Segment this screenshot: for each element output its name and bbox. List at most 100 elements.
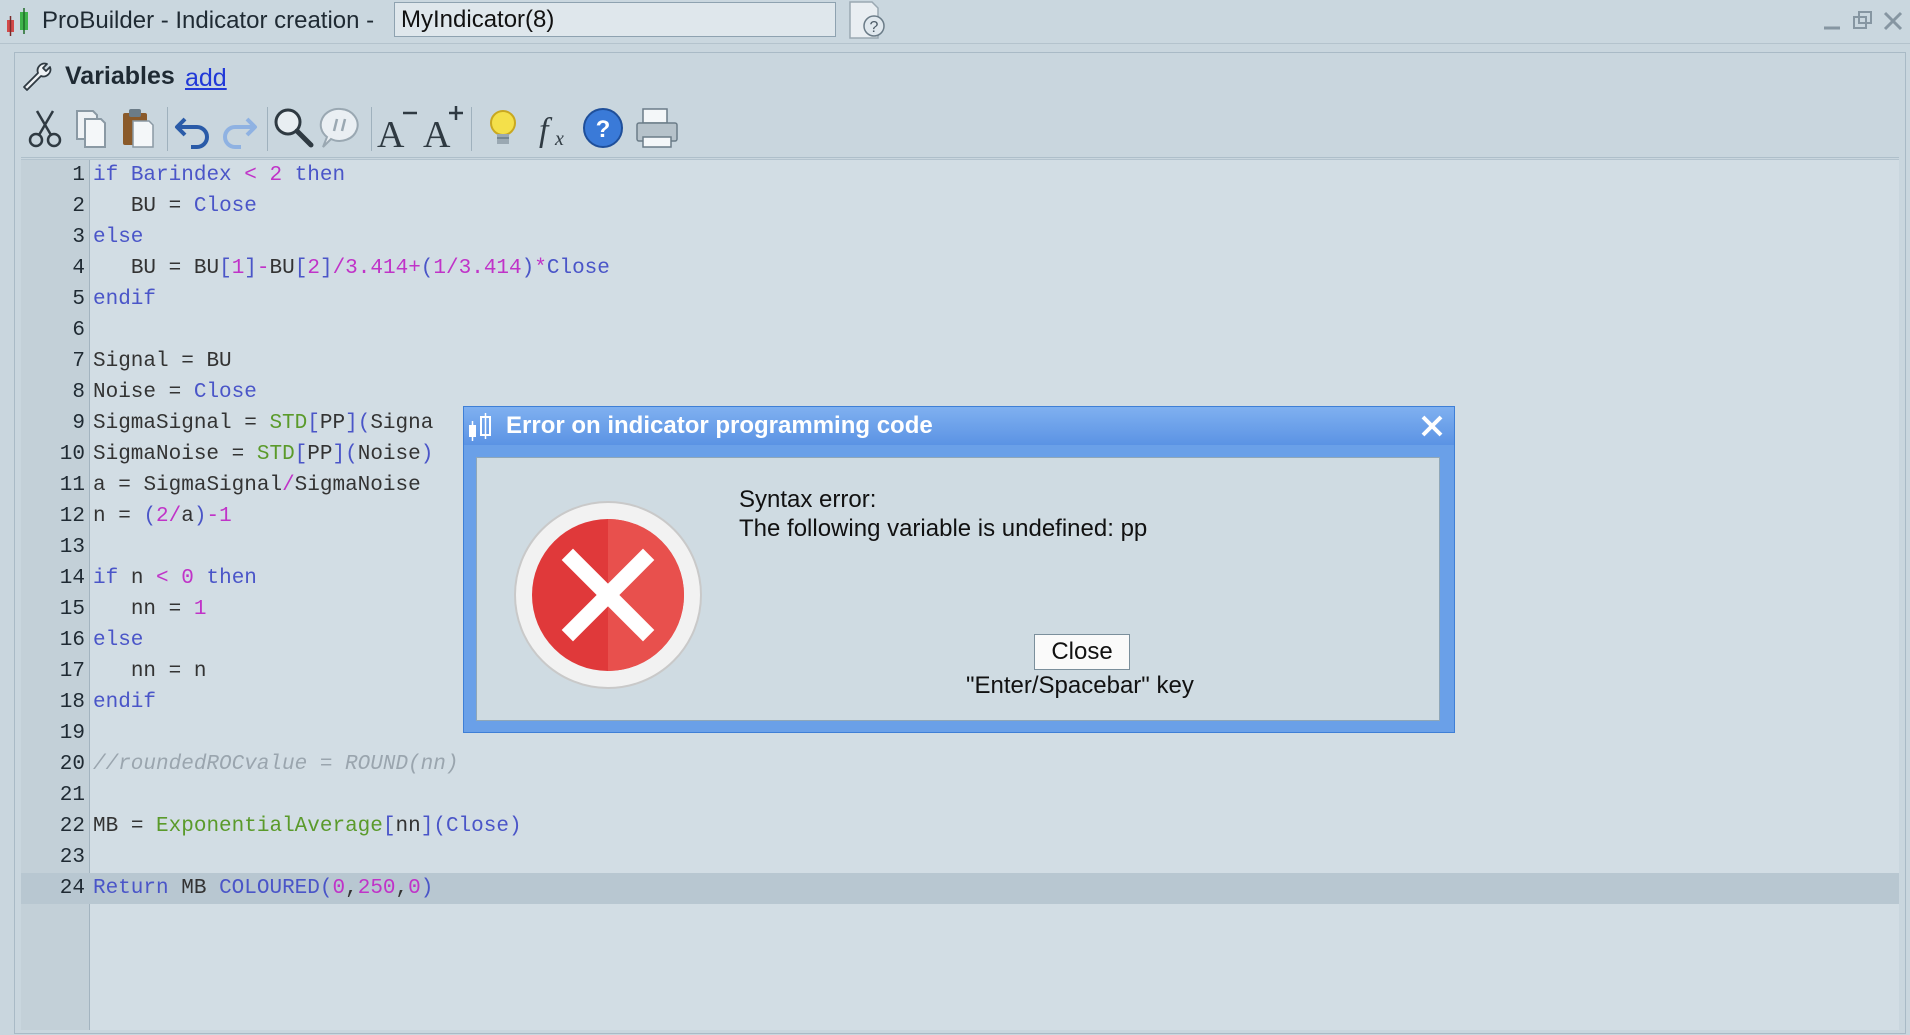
line-number: 20	[59, 753, 85, 776]
line-number: 21	[59, 784, 85, 807]
code-text[interactable]: endif	[93, 284, 156, 315]
minimize-icon[interactable]	[1820, 8, 1846, 34]
code-line[interactable]: 8 Noise = Close	[21, 377, 1899, 408]
probuilder-app-icon	[7, 8, 28, 36]
undo-icon[interactable]	[171, 105, 215, 151]
code-text[interactable]: if Barindex < 2 then	[93, 160, 345, 191]
svg-text:A: A	[423, 114, 451, 151]
toolbar-separator	[371, 107, 372, 151]
line-number: 23	[59, 846, 85, 869]
keyboard-hint: "Enter/Spacebar" key	[966, 672, 1194, 699]
function-icon[interactable]: fx	[533, 105, 577, 151]
code-text[interactable]: endif	[93, 687, 156, 718]
code-text[interactable]: Noise = Close	[93, 377, 257, 408]
line-number: 4	[72, 257, 85, 280]
code-line[interactable]: 21	[21, 780, 1899, 811]
code-text[interactable]: if n < 0 then	[93, 563, 257, 594]
variables-title: Variables	[65, 62, 175, 90]
copy-icon[interactable]	[69, 105, 113, 151]
error-message-detail: The following variable is undefined: pp	[739, 515, 1148, 542]
probuilder-app-icon	[469, 413, 491, 441]
add-variable-link[interactable]: add	[185, 64, 227, 93]
code-text[interactable]: a = SigmaSignal/SigmaNoise	[93, 470, 421, 501]
help-icon[interactable]: ?	[581, 105, 625, 151]
paste-icon[interactable]	[115, 105, 159, 151]
title-bar: ProBuilder - Indicator creation - ?	[0, 0, 1910, 44]
line-number: 22	[59, 815, 85, 838]
svg-text:?: ?	[870, 19, 879, 36]
code-line[interactable]: 4 BU = BU[1]-BU[2]/3.414+(1/3.414)*Close	[21, 253, 1899, 284]
svg-text:A: A	[377, 114, 405, 151]
line-number: 6	[72, 319, 85, 342]
error-message-heading: Syntax error:	[739, 486, 877, 513]
code-line[interactable]: 5 endif	[21, 284, 1899, 315]
line-number: 15	[59, 598, 85, 621]
line-number: 2	[72, 195, 85, 218]
line-number: 1	[72, 164, 85, 187]
dialog-title-bar: Error on indicator programming code	[464, 407, 1454, 445]
code-text[interactable]: nn = n	[93, 656, 207, 687]
code-line[interactable]: 1 if Barindex < 2 then	[21, 160, 1899, 191]
decrease-font-icon[interactable]: A	[375, 105, 419, 156]
redo-icon[interactable]	[217, 105, 261, 151]
line-number: 3	[72, 226, 85, 249]
code-line[interactable]: 3 else	[21, 222, 1899, 253]
increase-font-icon[interactable]: A	[421, 105, 465, 156]
print-icon[interactable]	[635, 105, 679, 151]
code-text[interactable]: Return MB COLOURED(0,250,0)	[93, 873, 433, 904]
code-line[interactable]: 23	[21, 842, 1899, 873]
indicator-name-input[interactable]	[394, 2, 836, 37]
code-text[interactable]: nn = 1	[93, 594, 207, 625]
code-text[interactable]: else	[93, 625, 143, 656]
code-text[interactable]: SigmaNoise = STD[PP](Noise)	[93, 439, 433, 470]
line-number: 10	[59, 443, 85, 466]
line-number: 13	[59, 536, 85, 559]
line-number: 12	[59, 505, 85, 528]
code-text[interactable]: n = (2/a)-1	[93, 501, 232, 532]
code-text[interactable]: BU = BU[1]-BU[2]/3.414+(1/3.414)*Close	[93, 253, 610, 284]
document-help-icon[interactable]: ?	[846, 0, 890, 40]
dialog-body: Syntax error: The following variable is …	[476, 457, 1440, 721]
line-number: 17	[59, 660, 85, 683]
code-line[interactable]: 7 Signal = BU	[21, 346, 1899, 377]
line-number: 18	[59, 691, 85, 714]
close-button[interactable]: Close	[1034, 634, 1130, 670]
code-line[interactable]: 22 MB = ExponentialAverage[nn](Close)	[21, 811, 1899, 842]
line-number: 7	[72, 350, 85, 373]
code-line[interactable]: 24 Return MB COLOURED(0,250,0)	[21, 873, 1899, 904]
line-number: 8	[72, 381, 85, 404]
close-icon[interactable]	[1418, 412, 1446, 440]
line-number: 11	[59, 474, 85, 497]
line-number: 16	[59, 629, 85, 652]
cut-icon[interactable]	[23, 105, 67, 151]
line-number: 9	[72, 412, 85, 435]
toolbar: A A fx ?	[21, 101, 1899, 158]
line-number: 14	[59, 567, 85, 590]
error-icon	[514, 501, 702, 689]
code-text[interactable]: //roundedROCvalue = ROUND(nn)	[93, 749, 458, 780]
error-dialog: Error on indicator programming code Synt…	[463, 406, 1455, 733]
line-number: 19	[59, 722, 85, 745]
code-text[interactable]: Signal = BU	[93, 346, 232, 377]
code-line[interactable]: 2 BU = Close	[21, 191, 1899, 222]
svg-text:x: x	[554, 128, 564, 150]
dialog-title: Error on indicator programming code	[506, 412, 933, 439]
line-number: 5	[72, 288, 85, 311]
toolbar-separator	[267, 107, 268, 151]
svg-text:f: f	[539, 112, 553, 149]
wrench-icon	[23, 62, 52, 91]
code-line[interactable]: 6	[21, 315, 1899, 346]
code-text[interactable]: MB = ExponentialAverage[nn](Close)	[93, 811, 522, 842]
close-window-icon[interactable]	[1880, 8, 1906, 34]
comment-icon[interactable]	[319, 105, 363, 151]
toolbar-separator	[471, 107, 472, 151]
code-text[interactable]: else	[93, 222, 143, 253]
code-text[interactable]: BU = Close	[93, 191, 257, 222]
code-line[interactable]: 20 //roundedROCvalue = ROUND(nn)	[21, 749, 1899, 780]
window-title: ProBuilder - Indicator creation -	[42, 7, 375, 34]
window-controls	[1820, 8, 1910, 34]
restore-icon[interactable]	[1850, 8, 1876, 34]
code-text[interactable]: SigmaSignal = STD[PP](Signa	[93, 408, 433, 439]
idea-icon[interactable]	[481, 105, 525, 151]
search-icon[interactable]	[271, 105, 315, 151]
